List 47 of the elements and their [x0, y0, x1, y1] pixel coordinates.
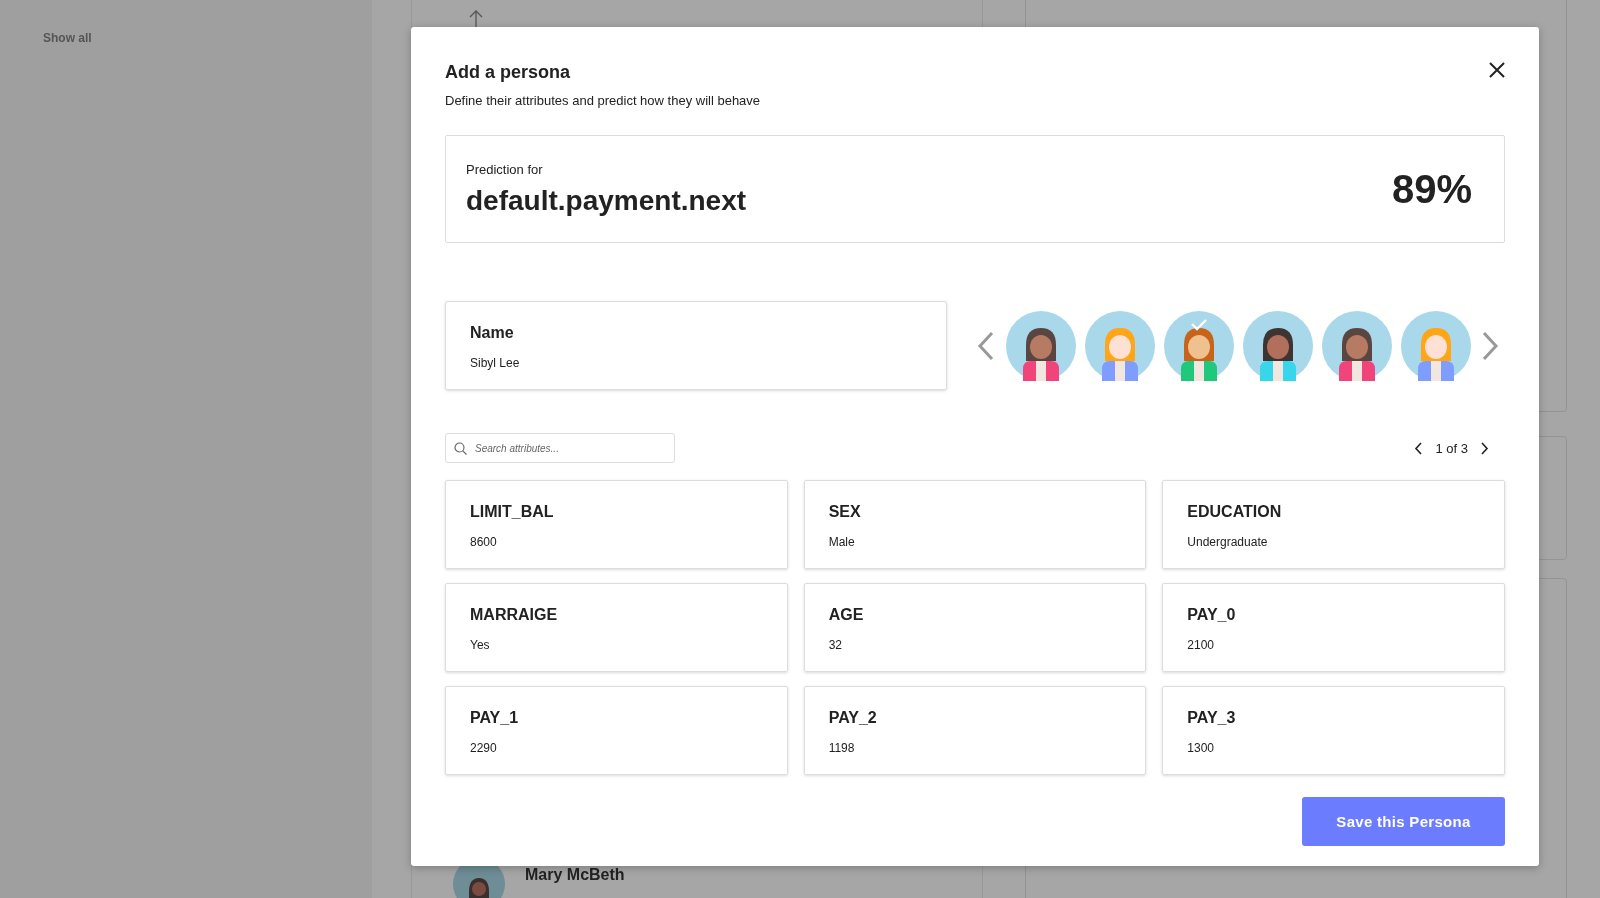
attribute-card[interactable]: PAY_2 1198 [803, 686, 1147, 775]
field-label: Name [470, 324, 515, 342]
search-field[interactable]: Search attributes... [445, 433, 675, 463]
attribute-value: 2290 [470, 741, 498, 755]
attribute-card[interactable]: MARRAIGE Yes [445, 583, 788, 672]
dialog-subtitle: Define their attributes and predict how they will behave [445, 93, 761, 108]
attribute-card[interactable]: SEX Male [803, 480, 1147, 569]
attribute-name: LIMIT_BAL [470, 503, 555, 521]
prediction-value: 89% [1391, 166, 1472, 212]
attribute-name: PAY_0 [1187, 606, 1237, 624]
attribute-value: 2100 [1187, 638, 1216, 652]
attribute-value: 8600 [470, 535, 498, 549]
attribute-card[interactable]: AGE 32 [803, 583, 1147, 672]
name-field[interactable]: Name Sibyl Lee [445, 301, 947, 390]
close-icon [1489, 62, 1505, 78]
avatar-option[interactable] [1321, 310, 1392, 381]
attribute-card[interactable]: LIMIT_BAL 8600 [445, 480, 788, 569]
attribute-name: SEX [828, 503, 862, 521]
attribute-name: MARRAIGE [470, 606, 559, 624]
attribute-name: EDUCATION [1187, 503, 1283, 521]
attribute-card[interactable]: PAY_3 1300 [1162, 686, 1505, 775]
attribute-name: PAY_3 [1187, 709, 1237, 727]
field-value: Sibyl Lee [470, 356, 521, 370]
attribute-value: 1300 [1187, 741, 1216, 755]
attribute-card[interactable]: PAY_0 2100 [1162, 583, 1505, 672]
chevron-right-icon[interactable] [1480, 441, 1489, 455]
attribute-name: AGE [828, 606, 865, 624]
chevron-left-icon[interactable] [1414, 441, 1424, 455]
attribute-value: Male [828, 535, 856, 549]
attribute-value: 1198 [828, 741, 856, 755]
prediction-label: Prediction for [466, 161, 544, 177]
avatar-option[interactable] [1005, 310, 1076, 381]
attribute-value: Yes [470, 638, 491, 652]
attribute-value: 32 [828, 638, 843, 652]
page-indicator: 1 of 3 [1435, 440, 1468, 456]
attribute-name: PAY_2 [828, 709, 878, 727]
attribute-value: Undergraduate [1187, 535, 1269, 549]
up-arrow-icon[interactable] [469, 10, 483, 28]
attribute-card[interactable]: EDUCATION Undergraduate [1162, 480, 1505, 569]
person-name: Mary McBeth [525, 865, 625, 884]
avatar-option[interactable] [1242, 310, 1313, 381]
save-button[interactable]: Save this Persona [1302, 797, 1505, 846]
attribute-name: PAY_1 [470, 709, 520, 727]
attribute-card[interactable]: PAY_1 2290 [445, 686, 788, 775]
dialog-title: Add a persona [445, 62, 572, 83]
search-icon [454, 442, 467, 455]
prediction-target: default.payment.next [466, 184, 747, 217]
